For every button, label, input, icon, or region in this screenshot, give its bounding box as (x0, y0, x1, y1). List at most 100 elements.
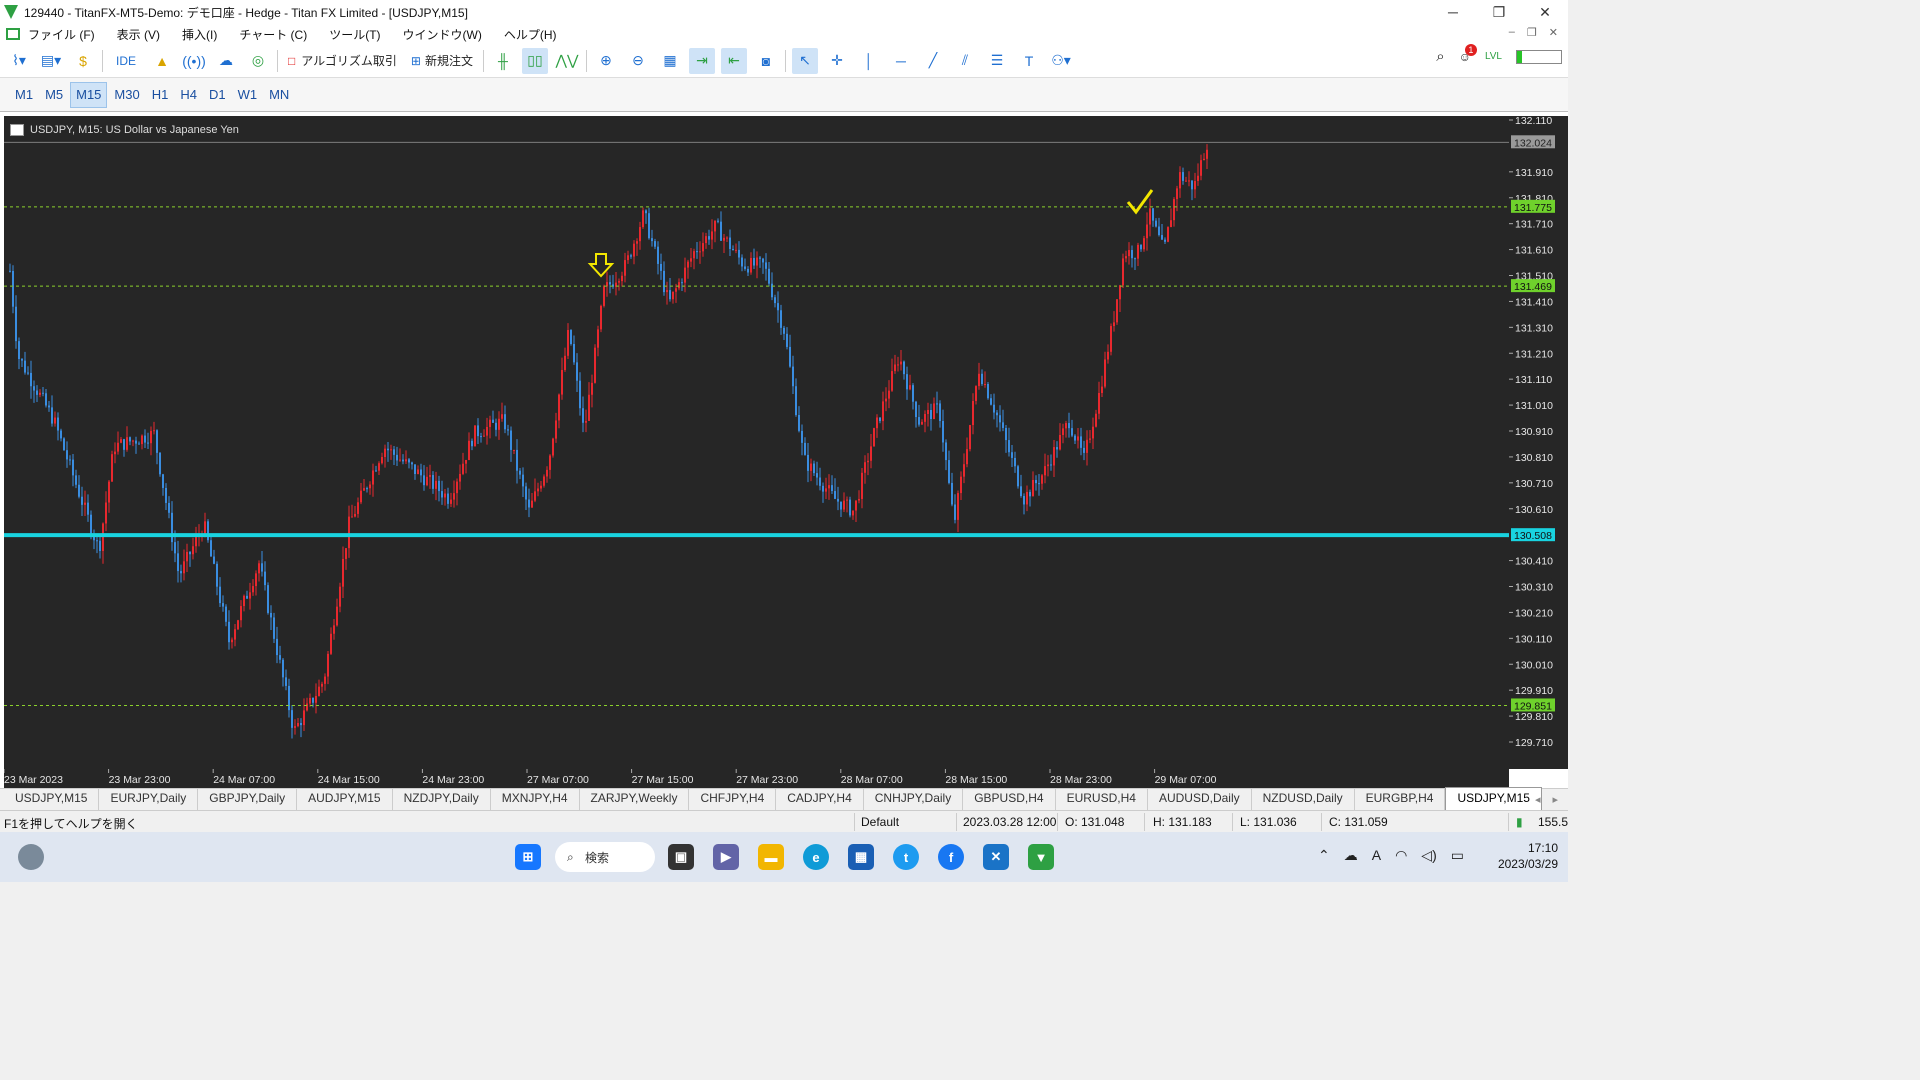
zoom-in-icon[interactable]: ⊕ (593, 48, 619, 74)
timeframe-m5[interactable]: M5 (40, 83, 68, 107)
symbol-tab[interactable]: MXNJPY,H4 (491, 788, 580, 810)
candle-body (234, 629, 236, 640)
crosshair-icon[interactable]: ✛ (824, 48, 850, 74)
timeframe-m1[interactable]: M1 (10, 83, 38, 107)
trendline-icon[interactable]: ╱ (920, 48, 946, 74)
down-arrow-annotation[interactable] (587, 253, 615, 278)
xcode-app-icon[interactable]: ✕ (983, 844, 1009, 870)
menu-window[interactable]: ウインドウ(W) (403, 26, 482, 43)
clock[interactable]: 17:10 2023/03/29 (1498, 840, 1558, 872)
symbol-tab[interactable]: CHFJPY,H4 (689, 788, 777, 810)
menu-file[interactable]: ファイル (F) (28, 26, 95, 43)
text-icon[interactable]: T (1016, 48, 1042, 74)
channel-icon[interactable]: ⫽ (952, 48, 978, 74)
symbol-tab[interactable]: NZDUSD,Daily (1252, 788, 1355, 810)
volume-icon[interactable]: ◁) (1421, 847, 1436, 864)
timeframe-mn[interactable]: MN (264, 83, 294, 107)
candlestick-icon[interactable]: ▯▯ (521, 47, 548, 74)
price-axis[interactable]: 132.110 131.910 131.810 131.710 131.610 131.5… (1509, 115, 1568, 769)
symbol-tab[interactable]: EURJPY,Daily (99, 788, 199, 810)
symbol-tab[interactable]: AUDUSD,Daily (1148, 788, 1252, 810)
chart-type-icon[interactable]: ⌇▾ (6, 48, 32, 74)
bar-chart-icon[interactable]: ╫ (490, 48, 516, 74)
ime-icon[interactable]: A (1372, 847, 1381, 864)
edge-browser-icon[interactable]: e (803, 844, 829, 870)
symbol-tab[interactable]: USDJPY,M15 (4, 788, 100, 810)
symbol-tab[interactable]: NZDJPY,Daily (393, 788, 491, 810)
grid-icon[interactable]: ▦ (657, 48, 683, 74)
symbol-tab[interactable]: USDJPY,M15 (1445, 787, 1542, 810)
facebook-icon[interactable]: f (938, 844, 964, 870)
symbol-tab[interactable]: AUDJPY,M15 (297, 788, 393, 810)
file-explorer-icon[interactable]: ▬ (758, 844, 784, 870)
symbol-tab[interactable]: ZARJPY,Weekly (580, 788, 690, 810)
cloud-icon[interactable]: ☁ (213, 48, 239, 74)
line-chart-icon[interactable]: ⋀⋁ (554, 48, 580, 74)
menu-help[interactable]: ヘルプ(H) (504, 26, 557, 43)
zoom-out-icon[interactable]: ⊖ (625, 48, 651, 74)
candle-body (576, 362, 578, 381)
new-order-button[interactable]: ⊞ 新規注文 (407, 48, 477, 74)
onedrive-icon[interactable]: ☁ (1344, 847, 1358, 864)
dollar-icon[interactable]: $ (70, 48, 96, 74)
notifications-icon[interactable]: ☺ 1 (1459, 43, 1477, 64)
battery-icon[interactable]: ▭ (1451, 847, 1464, 864)
chart-area[interactable]: USDJPY, M15: US Dollar vs Japanese Yen (4, 116, 1509, 769)
timeframe-d1[interactable]: D1 (204, 83, 231, 107)
chart-shift-icon[interactable]: ⇤ (720, 47, 747, 74)
vertical-line-icon[interactable]: │ (856, 48, 882, 74)
algo-trading-button[interactable]: □ アルゴリズム取引 (284, 48, 401, 74)
close-button[interactable]: ✕ (1522, 0, 1568, 24)
timeframe-w1[interactable]: W1 (233, 83, 263, 107)
symbol-tab[interactable]: CNHJPY,Daily (864, 788, 964, 810)
candle-body (153, 430, 155, 432)
metatrader-taskbar-icon[interactable]: ▼ (1028, 844, 1054, 870)
shapes-icon[interactable]: ⚇▾ (1048, 48, 1074, 74)
teams-chat-icon[interactable]: ▶ (713, 844, 739, 870)
symbol-tab[interactable]: CADJPY,H4 (776, 788, 864, 810)
timeframe-h4[interactable]: H4 (175, 83, 202, 107)
indicators-icon[interactable]: ▤▾ (38, 48, 64, 74)
signals-icon[interactable]: ((•)) (181, 48, 207, 74)
timeframe-m15[interactable]: M15 (70, 81, 108, 108)
tray-chevron-icon[interactable]: ⌃ (1318, 847, 1330, 864)
tabs-left-icon[interactable]: ◂ (1535, 793, 1541, 806)
restore-button[interactable]: ❐ (1476, 0, 1522, 24)
timeframe-h1[interactable]: H1 (147, 83, 174, 107)
mdi-close-button[interactable]: ✕ (1549, 26, 1558, 39)
symbol-tab[interactable]: GBPJPY,Daily (198, 788, 298, 810)
horizontal-line-icon[interactable]: ─ (888, 48, 914, 74)
menu-tools[interactable]: ツール(T) (329, 26, 380, 43)
wifi-icon[interactable]: ◠ (1395, 847, 1407, 864)
menu-chart[interactable]: チャート (C) (239, 26, 307, 43)
menu-view[interactable]: 表示 (V) (117, 26, 160, 43)
timeframe-m30[interactable]: M30 (109, 83, 144, 107)
candle-body (114, 451, 116, 455)
cursor-icon[interactable]: ↖ (791, 47, 818, 74)
candle-body (177, 553, 179, 572)
mdi-restore-button[interactable]: ❐ (1527, 26, 1537, 39)
market-bag-icon[interactable]: ▲ (149, 48, 175, 74)
checkmark-annotation[interactable] (1126, 189, 1154, 215)
tabs-right-icon[interactable]: ▸ (1552, 793, 1558, 806)
start-icon[interactable]: ⊞ (515, 844, 541, 870)
candle-body (534, 491, 536, 501)
menu-insert[interactable]: 挿入(I) (182, 26, 217, 43)
twitter-icon[interactable]: t (893, 844, 919, 870)
symbol-tab[interactable]: EURUSD,H4 (1056, 788, 1148, 810)
search-box[interactable]: ⌕ 検索 (555, 842, 655, 872)
fibonacci-icon[interactable]: ☰ (984, 48, 1010, 74)
symbol-tab[interactable]: GBPUSD,H4 (963, 788, 1056, 810)
symbol-tab[interactable]: EURGBP,H4 (1355, 788, 1446, 810)
time-axis[interactable]: 23 Mar 2023 23 Mar 23:00 24 Mar 07:00 24 Ma… (3, 769, 1509, 788)
mdi-minimize-button[interactable]: – (1509, 26, 1515, 39)
weather-icon[interactable] (18, 844, 44, 870)
task-view-icon[interactable]: ▣ (668, 844, 694, 870)
ide-button[interactable]: IDE (109, 48, 143, 74)
search-icon[interactable]: ⌕ (1436, 48, 1444, 65)
minimize-button[interactable]: ─ (1430, 0, 1476, 24)
screenshot-icon[interactable]: ◙ (753, 48, 779, 74)
autoscroll-icon[interactable]: ⇥ (688, 47, 715, 74)
store-icon[interactable]: ▦ (848, 844, 874, 870)
vps-icon[interactable]: ◎ (245, 48, 271, 74)
